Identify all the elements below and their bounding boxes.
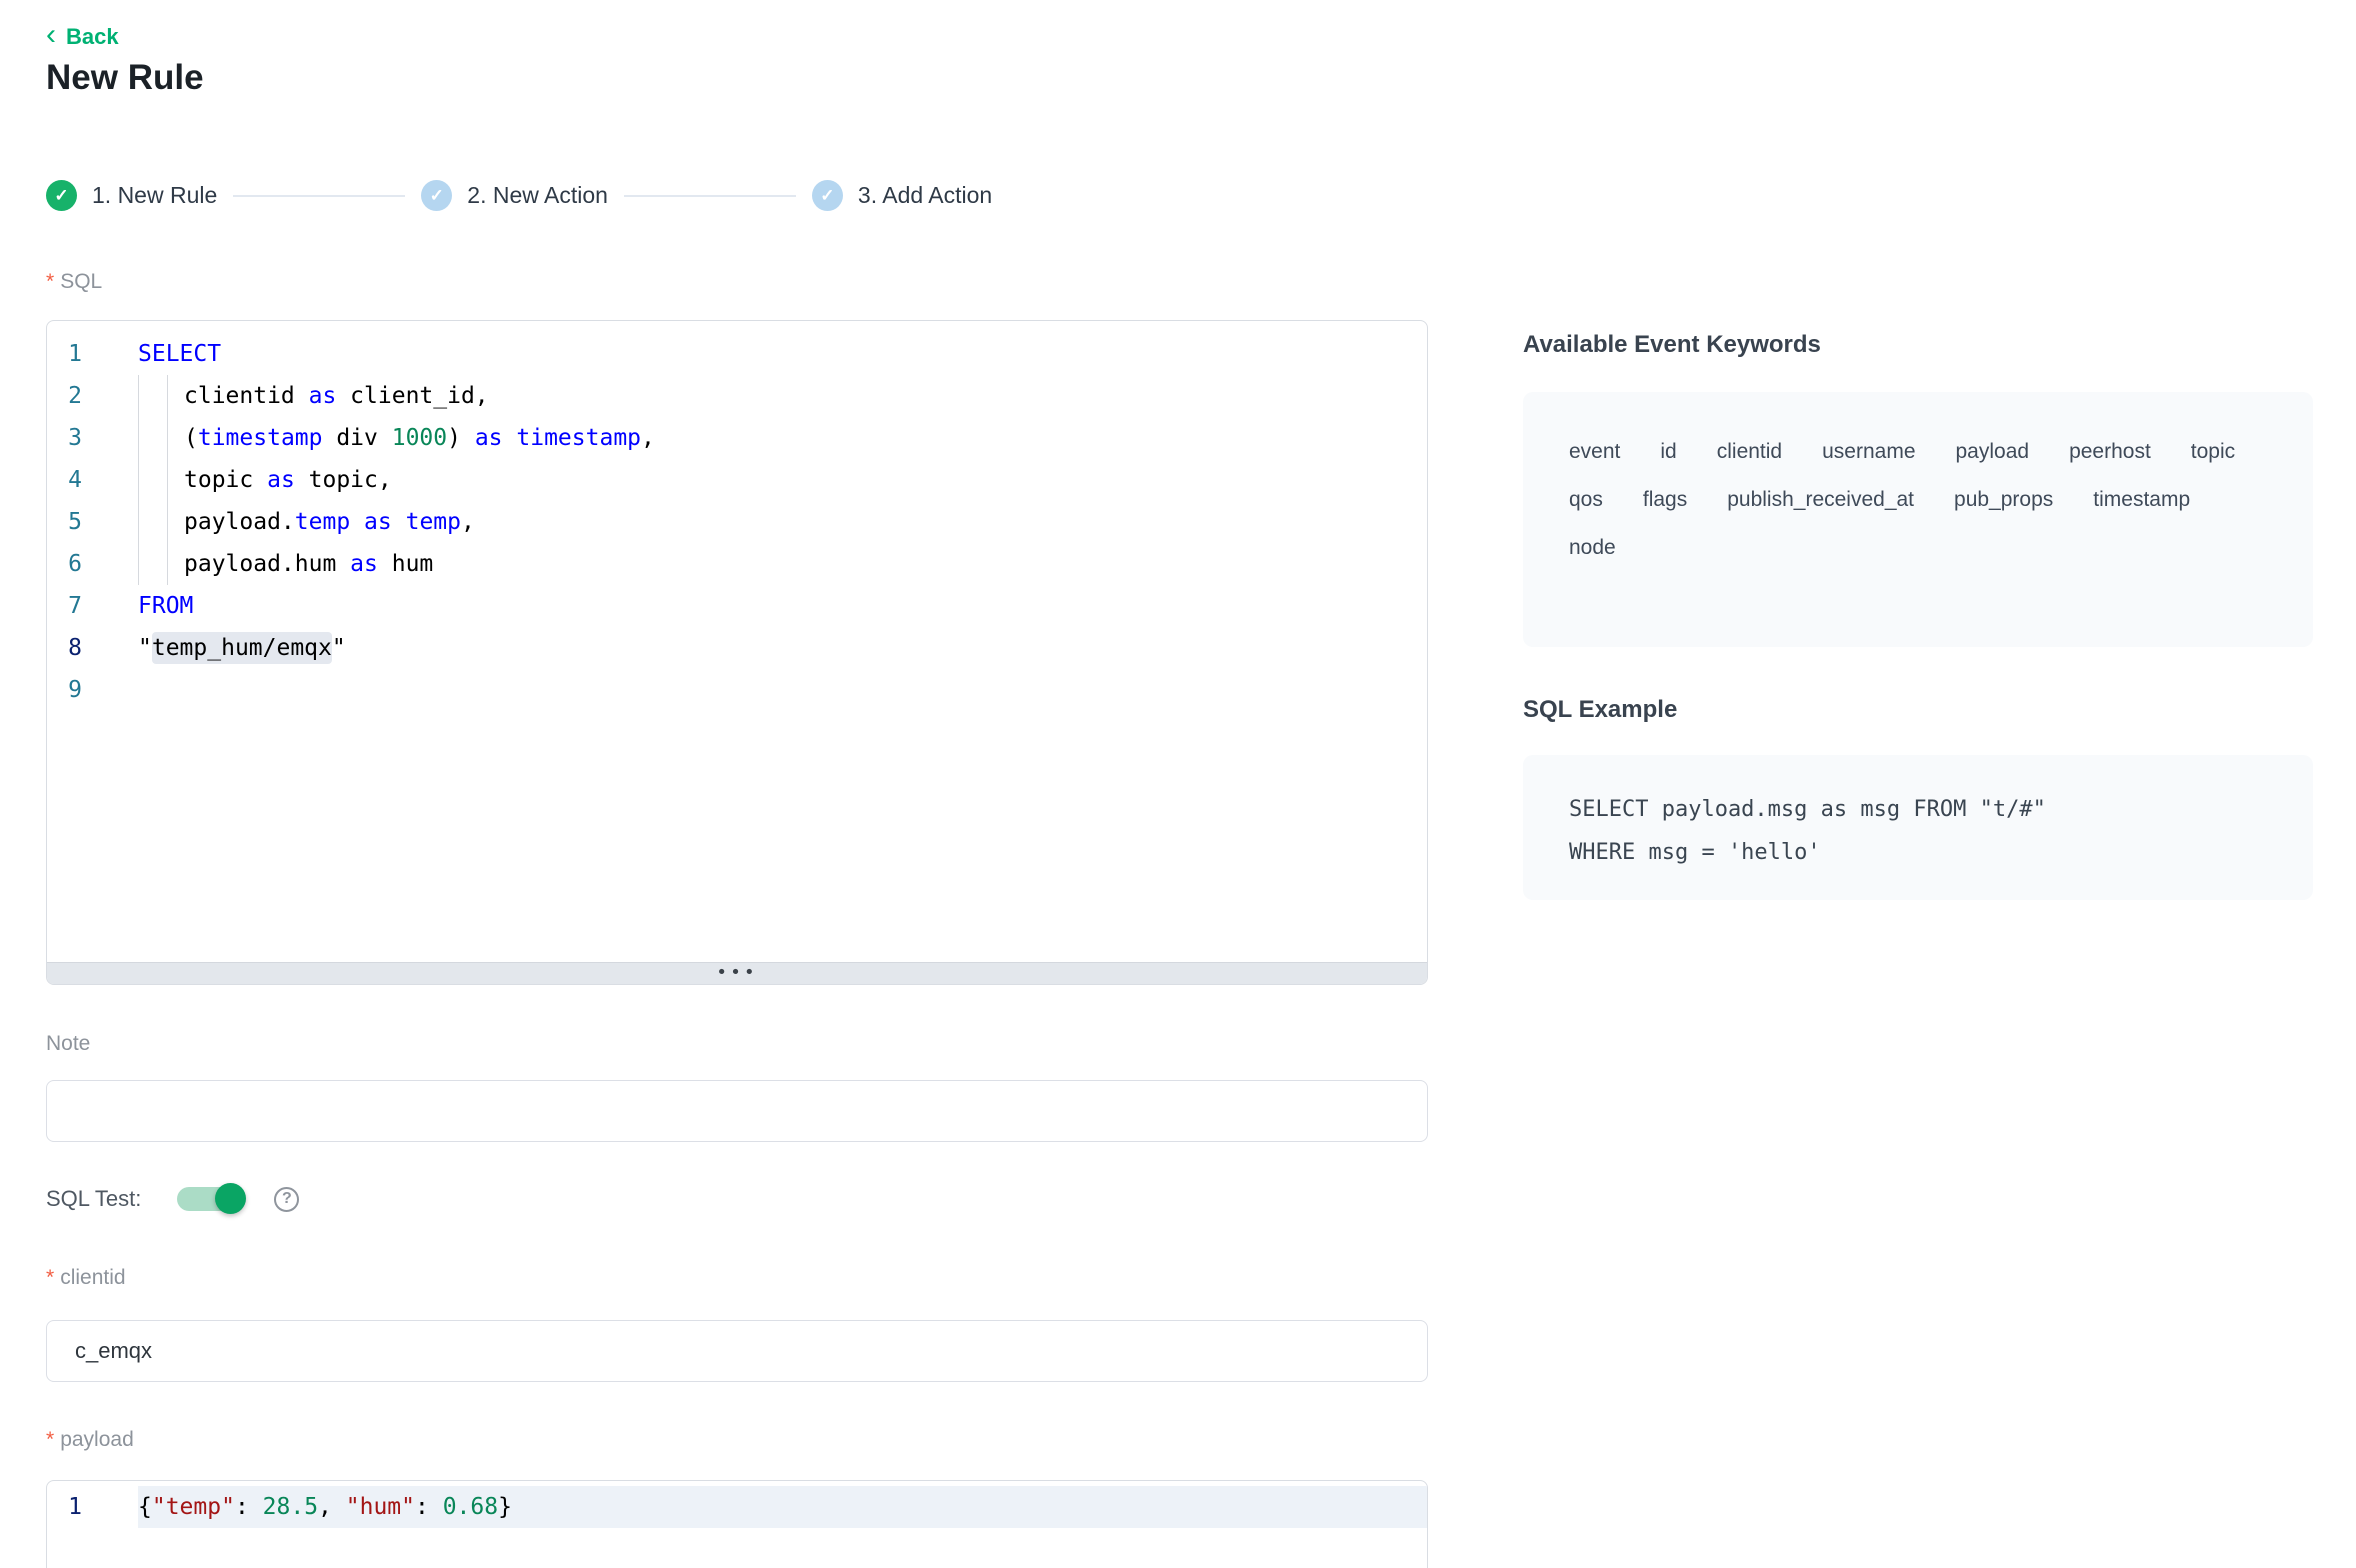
- line-number: 3: [47, 417, 138, 459]
- code-line: 2clientid as client_id,: [47, 375, 1427, 417]
- note-input[interactable]: [46, 1080, 1428, 1142]
- note-field-label: Note: [46, 1032, 90, 1056]
- keyword-chip[interactable]: event: [1569, 428, 1620, 476]
- code-line: 9: [47, 669, 1427, 711]
- step-label: 2. New Action: [467, 182, 608, 209]
- required-asterisk: *: [46, 1266, 54, 1289]
- code-text: SELECT: [138, 333, 1427, 375]
- code-text: "temp_hum/emqx": [138, 627, 1427, 669]
- steps-wizard: ✓ 1. New Rule ✓ 2. New Action ✓ 3. Add Action: [46, 180, 992, 211]
- sql-code-editor[interactable]: 1SELECT2clientid as client_id,3(timestam…: [46, 320, 1428, 985]
- keyword-chip[interactable]: username: [1822, 428, 1915, 476]
- keyword-chip[interactable]: id: [1660, 428, 1676, 476]
- keywords-panel-title: Available Event Keywords: [1523, 331, 1821, 359]
- code-text: [138, 669, 1427, 711]
- line-number: 9: [47, 669, 138, 711]
- code-text: {"temp": 28.5, "hum": 0.68}: [138, 1486, 1427, 1528]
- required-asterisk: *: [46, 270, 54, 293]
- line-number: 5: [47, 501, 138, 543]
- sql-example-line: WHERE msg = 'hello': [1569, 831, 2267, 874]
- line-number: 1: [47, 1486, 138, 1528]
- toggle-knob: [215, 1183, 246, 1214]
- code-line: 3(timestamp div 1000) as timestamp,: [47, 417, 1427, 459]
- code-line: 8"temp_hum/emqx": [47, 627, 1427, 669]
- page-title: New Rule: [46, 58, 204, 98]
- step-item[interactable]: ✓ 3. Add Action: [812, 180, 992, 211]
- back-chevron-icon: ‹: [46, 24, 56, 46]
- event-keywords-box: eventid clientid username payload peerhost to…: [1523, 392, 2313, 647]
- code-line: 1SELECT: [47, 333, 1427, 375]
- step-label: 1. New Rule: [92, 182, 217, 209]
- step-item[interactable]: ✓ 2. New Action: [421, 180, 608, 211]
- step-label: 3. Add Action: [858, 182, 992, 209]
- code-line: 5payload.temp as temp,: [47, 501, 1427, 543]
- code-line: 6payload.hum as hum: [47, 543, 1427, 585]
- sql-test-row: SQL Test: ?: [46, 1186, 299, 1212]
- payload-code-editor[interactable]: 1{"temp": 28.5, "hum": 0.68}: [46, 1480, 1428, 1568]
- step-item[interactable]: ✓ 1. New Rule: [46, 180, 217, 211]
- back-link[interactable]: ‹ Back: [46, 24, 119, 50]
- keyword-chip[interactable]: clientid: [1717, 428, 1782, 476]
- code-line: 7FROM: [47, 585, 1427, 627]
- sql-test-label: SQL Test:: [46, 1186, 141, 1212]
- keyword-chip[interactable]: flags: [1643, 476, 1687, 524]
- code-line: 1{"temp": 28.5, "hum": 0.68}: [47, 1486, 1427, 1528]
- required-asterisk: *: [46, 1428, 54, 1451]
- step-connector: [233, 195, 405, 197]
- sql-test-toggle[interactable]: [177, 1187, 244, 1211]
- keyword-chip[interactable]: publish_received_at: [1727, 476, 1914, 524]
- code-text: payload.temp as temp,: [138, 501, 1427, 543]
- payload-field-label: *payload: [46, 1428, 134, 1452]
- code-text: FROM: [138, 585, 1427, 627]
- code-text: (timestamp div 1000) as timestamp,: [138, 417, 1427, 459]
- keyword-chip[interactable]: pub_props: [1954, 476, 2053, 524]
- back-label: Back: [66, 24, 119, 50]
- keyword-chip[interactable]: payload: [1956, 428, 2030, 476]
- clientid-input[interactable]: [46, 1320, 1428, 1382]
- line-number: 1: [47, 333, 138, 375]
- new-rule-page: ‹ Back New Rule ✓ 1. New Rule ✓ 2. New Acti…: [0, 0, 2356, 1568]
- help-icon[interactable]: ?: [274, 1187, 299, 1212]
- sql-example-box: SELECT payload.msg as msg FROM "t/#"WHER…: [1523, 755, 2313, 900]
- step-check-icon: ✓: [46, 180, 77, 211]
- clientid-field-label: *clientid: [46, 1266, 126, 1290]
- step-check-icon: ✓: [812, 180, 843, 211]
- keyword-chip[interactable]: peerhost: [2069, 428, 2151, 476]
- editor-resize-handle[interactable]: •••: [47, 962, 1427, 984]
- sql-example-title: SQL Example: [1523, 696, 1677, 724]
- code-text: payload.hum as hum: [138, 543, 1427, 585]
- line-number: 4: [47, 459, 138, 501]
- line-number: 6: [47, 543, 138, 585]
- keyword-chip[interactable]: timestamp: [2093, 476, 2190, 524]
- code-text: clientid as client_id,: [138, 375, 1427, 417]
- line-number: 8: [47, 627, 138, 669]
- line-number: 2: [47, 375, 138, 417]
- sql-example-line: SELECT payload.msg as msg FROM "t/#": [1569, 788, 2267, 831]
- code-text: topic as topic,: [138, 459, 1427, 501]
- sql-field-label: *SQL: [46, 270, 102, 294]
- step-connector: [624, 195, 796, 197]
- keyword-chip[interactable]: topic: [2191, 428, 2235, 476]
- step-check-icon: ✓: [421, 180, 452, 211]
- line-number: 7: [47, 585, 138, 627]
- code-line: 4topic as topic,: [47, 459, 1427, 501]
- keyword-chip[interactable]: node: [1569, 524, 1616, 572]
- keyword-chip[interactable]: qos: [1569, 476, 1603, 524]
